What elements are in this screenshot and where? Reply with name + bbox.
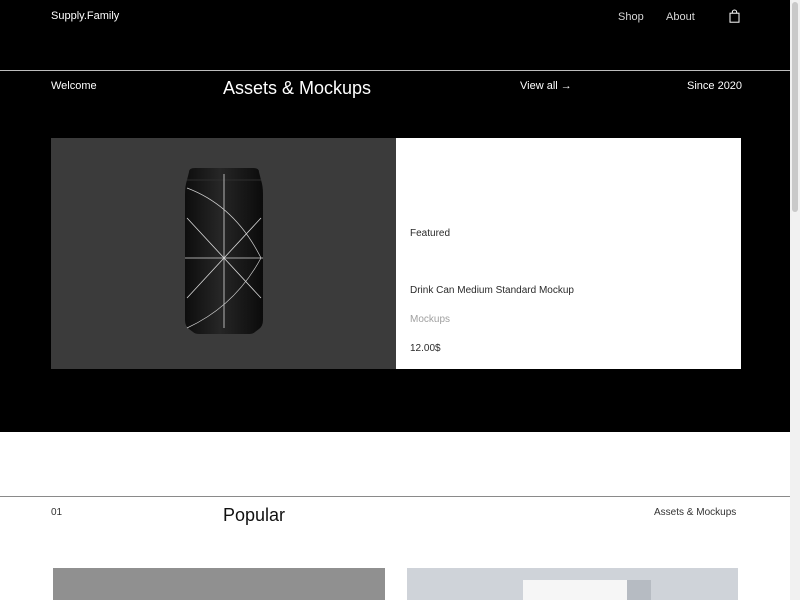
box-mockup-shadow — [627, 580, 651, 600]
featured-section-title: Assets & Mockups — [223, 78, 372, 98]
box-mockup-image — [523, 580, 627, 600]
scrollbar[interactable] — [790, 0, 800, 600]
featured-product-card[interactable]: Featured Drink Can Medium Standard Mocku… — [51, 138, 741, 369]
product-tile-image[interactable] — [407, 568, 738, 600]
brand-logo[interactable]: Supply.Family — [51, 10, 119, 22]
since-label: Since 2020 — [687, 80, 743, 92]
product-info-panel[interactable]: Featured Drink Can Medium Standard Mocku… — [396, 138, 741, 369]
popular-section-title: Popular — [223, 505, 286, 525]
shopping-bag-icon[interactable] — [729, 9, 740, 23]
product-image[interactable] — [51, 138, 396, 369]
product-name[interactable]: Drink Can Medium Standard Mockup — [410, 285, 574, 296]
drink-can-image — [185, 168, 263, 334]
scrollbar-thumb[interactable] — [792, 2, 798, 212]
product-price: 12.00$ — [410, 343, 441, 354]
section-divider — [0, 496, 790, 497]
view-all-link[interactable]: View all → — [520, 80, 572, 92]
section-divider — [0, 70, 790, 71]
welcome-label: Welcome — [51, 80, 97, 92]
nav-shop-link[interactable]: Shop — [618, 11, 644, 23]
section-number: 01 — [51, 507, 63, 518]
product-tile-image[interactable] — [53, 568, 385, 600]
popular-category-label: Assets & Mockups — [654, 507, 737, 518]
featured-tag: Featured — [410, 228, 451, 239]
product-category[interactable]: Mockups — [410, 314, 450, 325]
nav-about-link[interactable]: About — [666, 11, 695, 23]
